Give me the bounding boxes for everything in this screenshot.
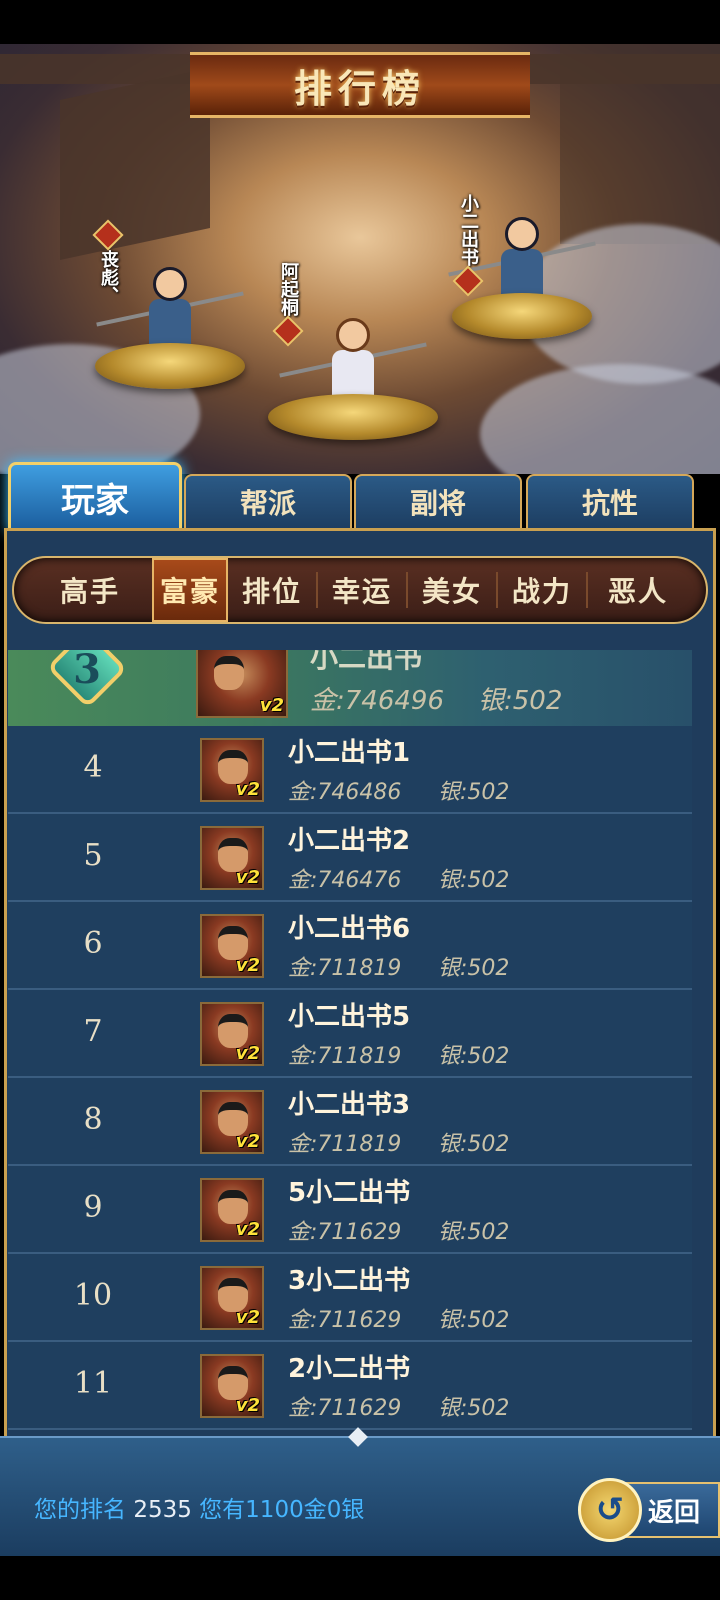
player-name: 小二出书3: [288, 1090, 411, 1120]
player-name: 5小二出书: [288, 1178, 411, 1208]
player-name: 小二出书2: [288, 826, 411, 856]
player-name: 3小二出书: [288, 1266, 411, 1296]
podium-base: [452, 293, 592, 339]
podium-first-name: 阿起桐: [272, 262, 304, 347]
rank-number: 11: [73, 1366, 113, 1401]
silver-amount: 银:502: [438, 868, 510, 893]
table-row[interactable]: 8 v2 小二出书3 金:711819 银:502: [8, 1078, 692, 1166]
silver-amount: 银:502: [438, 780, 510, 805]
filter-ranked[interactable]: 排位: [228, 558, 316, 622]
filter-rich[interactable]: 富豪: [152, 558, 228, 622]
gold-amount: 金:711629: [288, 1396, 402, 1421]
filter-masters[interactable]: 高手: [32, 558, 148, 622]
rank-number: 4: [83, 750, 103, 785]
rank-number: 9: [83, 1190, 103, 1225]
table-row[interactable]: 3 v2 小二出书 金:746496 银:502: [8, 650, 692, 738]
rank-diamond-icon: [452, 265, 484, 297]
avatar: v2: [200, 914, 264, 978]
my-rank-info: 您的排名 2535 您有1100金0银: [34, 1490, 364, 1524]
silver-amount: 银:502: [438, 1308, 510, 1333]
silver-amount: 银:502: [438, 956, 510, 981]
ranking-list[interactable]: 3 v2 小二出书 金:746496 银:502 4 v2 小二出书1 金:74…: [8, 650, 692, 1436]
player-name: 小二出书: [310, 650, 423, 674]
avatar: v2: [196, 650, 288, 718]
filter-beauty[interactable]: 美女: [408, 558, 496, 622]
rank-medal-icon: 3: [46, 650, 128, 710]
tab-generals[interactable]: 副将: [354, 474, 522, 530]
silver-amount: 银:502: [438, 1220, 510, 1245]
title-banner: 排行榜: [190, 52, 530, 118]
my-wealth: 您有1100金0银: [199, 1497, 365, 1523]
rank-number: 10: [73, 1278, 113, 1313]
avatar: v2: [200, 738, 264, 802]
table-row[interactable]: 10 v2 3小二出书 金:711629 银:502: [8, 1254, 692, 1342]
silver-amount: 银:502: [438, 1396, 510, 1421]
player-name: 小二出书1: [288, 738, 411, 768]
filter-power[interactable]: 战力: [498, 558, 586, 622]
rank-number: 8: [83, 1102, 103, 1137]
table-row[interactable]: 5 v2 小二出书2 金:746476 银:502: [8, 814, 692, 902]
podium-third-name: 小二出书: [452, 194, 484, 297]
table-row[interactable]: 9 v2 5小二出书 金:711629 银:502: [8, 1166, 692, 1254]
nav-bar: [0, 1556, 720, 1600]
silver-amount: 银:502: [438, 1044, 510, 1069]
avatar: v2: [200, 1002, 264, 1066]
rank-diamond-icon: [272, 315, 304, 347]
avatar: v2: [200, 826, 264, 890]
tab-guilds[interactable]: 帮派: [184, 474, 352, 530]
back-arrow-icon: ↺: [578, 1478, 642, 1542]
avatar: v2: [200, 1266, 264, 1330]
avatar: v2: [200, 1178, 264, 1242]
silver-amount: 银:502: [478, 686, 563, 716]
table-row[interactable]: 7 v2 小二出书5 金:711819 银:502: [8, 990, 692, 1078]
gold-amount: 金:711629: [288, 1220, 402, 1245]
table-row[interactable]: 4 v2 小二出书1 金:746486 银:502: [8, 726, 692, 814]
tab-players[interactable]: 玩家: [8, 462, 182, 532]
player-name: 小二出书6: [288, 914, 411, 944]
page-title: 排行榜: [293, 66, 426, 111]
gold-amount: 金:711819: [288, 956, 402, 981]
back-button[interactable]: ↺ 返回: [578, 1478, 720, 1542]
table-row[interactable]: 11 v2 2小二出书 金:711629 银:502: [8, 1342, 692, 1430]
rank-diamond-icon: [92, 219, 124, 251]
tab-resistance[interactable]: 抗性: [526, 474, 694, 530]
gold-amount: 金:746476: [288, 868, 402, 893]
back-label: 返回: [648, 1498, 701, 1528]
player-name: 小二出书5: [288, 1002, 411, 1032]
gold-amount: 金:746486: [288, 780, 402, 805]
filter-bar: 高手 富豪 排位 幸运 美女 战力 恶人: [12, 556, 708, 624]
podium-base: [268, 394, 438, 440]
my-rank-label: 您的排名: [34, 1497, 126, 1523]
gold-amount: 金:711629: [288, 1308, 402, 1333]
avatar: v2: [200, 1354, 264, 1418]
rank-number: 5: [83, 838, 103, 873]
rank-number: 6: [83, 926, 103, 961]
my-rank-value: 2535: [133, 1497, 192, 1523]
category-tabs: 玩家 帮派 副将 抗性: [8, 462, 712, 532]
rank-number: 7: [83, 1014, 103, 1049]
gold-amount: 金:711819: [288, 1132, 402, 1157]
silver-amount: 银:502: [438, 1132, 510, 1157]
podium-scene: 排行榜 丧彪、 阿起桐 小二出书: [0, 44, 720, 474]
filter-villain[interactable]: 恶人: [588, 558, 688, 622]
gold-amount: 金:746496: [310, 686, 445, 716]
avatar: v2: [200, 1090, 264, 1154]
podium-base: [95, 343, 245, 389]
table-row[interactable]: 6 v2 小二出书6 金:711819 银:502: [8, 902, 692, 990]
podium-second-name: 丧彪、: [92, 219, 124, 304]
filter-lucky[interactable]: 幸运: [318, 558, 406, 622]
player-name: 2小二出书: [288, 1354, 411, 1384]
status-bar: [0, 0, 720, 44]
gold-amount: 金:711819: [288, 1044, 402, 1069]
